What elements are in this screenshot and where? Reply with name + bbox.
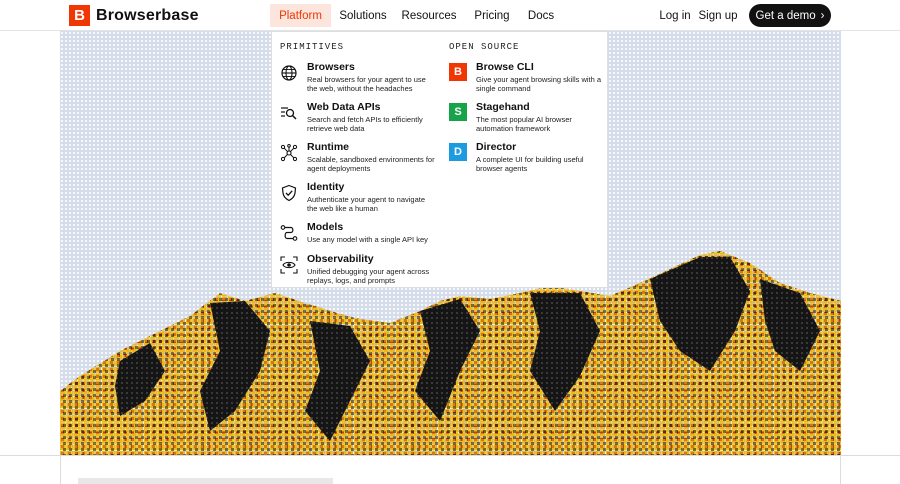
chevron-right-icon: › — [820, 9, 825, 22]
menu-item-title: Models — [307, 221, 344, 233]
menu-item-description: The most popular AI browser automation f… — [476, 115, 572, 133]
menu-item-director[interactable]: D Director A complete UI for building us… — [449, 141, 609, 173]
menu-item-web-data-apis[interactable]: Web Data APIs Search and fetch APIs to e… — [280, 101, 440, 133]
menu-item-title: Stagehand — [476, 101, 530, 113]
get-demo-label: Get a demo — [755, 9, 816, 22]
menu-item-title: Director — [476, 141, 517, 153]
section-divider — [0, 455, 900, 456]
menu-item-description: Give your agent browsing skills with a s… — [476, 75, 602, 93]
director-icon: D — [449, 143, 467, 161]
menu-item-browse-cli[interactable]: B Browse CLI Give your agent browsing sk… — [449, 61, 609, 93]
brand-name: Browserbase — [96, 6, 199, 24]
nav-docs[interactable]: Docs — [522, 4, 560, 27]
nav-pricing[interactable]: Pricing — [468, 4, 516, 27]
open-source-heading: OPEN SOURCE — [449, 42, 520, 52]
menu-item-description: Scalable, sandboxed environments for age… — [307, 155, 435, 173]
network-nodes-icon — [280, 144, 298, 162]
top-navigation-bar: B Browserbase Platform Solutions Resourc… — [0, 0, 900, 31]
left-border — [60, 455, 61, 484]
menu-item-description: A complete UI for building useful browse… — [476, 155, 584, 173]
globe-icon — [281, 65, 297, 81]
menu-item-browsers[interactable]: Browsers Real browsers for your agent to… — [280, 61, 440, 93]
faded-body-text — [78, 478, 333, 484]
shield-check-icon — [281, 184, 297, 202]
menu-item-title: Identity — [307, 181, 345, 193]
eye-icon — [280, 256, 298, 274]
menu-item-title: Observability — [307, 253, 374, 265]
menu-item-title: Web Data APIs — [307, 101, 381, 113]
route-icon — [280, 225, 298, 241]
nav-resources[interactable]: Resources — [398, 4, 460, 27]
nav-platform[interactable]: Platform — [270, 4, 331, 27]
login-link[interactable]: Log in — [656, 4, 694, 27]
menu-item-description: Unified debugging your agent across repl… — [307, 267, 430, 285]
stagehand-icon: S — [449, 103, 467, 121]
right-border — [840, 455, 841, 484]
menu-item-title: Browse CLI — [476, 61, 534, 73]
menu-item-description: Use any model with a single API key — [307, 235, 428, 244]
menu-item-models[interactable]: Models Use any model with a single API k… — [280, 221, 440, 245]
browse-cli-icon: B — [449, 63, 467, 81]
menu-item-observability[interactable]: Observability Unified debugging your age… — [280, 253, 440, 285]
menu-item-runtime[interactable]: Runtime Scalable, sandboxed environments… — [280, 141, 440, 173]
menu-item-description: Real browsers for your agent to use the … — [307, 75, 426, 93]
menu-item-description: Search and fetch APIs to efficiently ret… — [307, 115, 423, 133]
nav-solutions[interactable]: Solutions — [334, 4, 392, 27]
brand-logo[interactable]: B Browserbase — [69, 5, 199, 26]
get-demo-button[interactable]: Get a demo › — [749, 4, 831, 27]
platform-dropdown-menu: PRIMITIVES OPEN SOURCE Browsers Real bro… — [271, 31, 608, 288]
menu-item-stagehand[interactable]: S Stagehand The most popular AI browser … — [449, 101, 609, 133]
logo-icon: B — [69, 5, 90, 26]
search-document-icon — [281, 107, 297, 120]
menu-item-title: Runtime — [307, 141, 349, 153]
menu-item-identity[interactable]: Identity Authenticate your agent to navi… — [280, 181, 440, 213]
signup-link[interactable]: Sign up — [697, 4, 739, 27]
primitives-heading: PRIMITIVES — [280, 42, 345, 52]
menu-item-description: Authenticate your agent to navigate the … — [307, 195, 426, 213]
menu-item-title: Browsers — [307, 61, 355, 73]
